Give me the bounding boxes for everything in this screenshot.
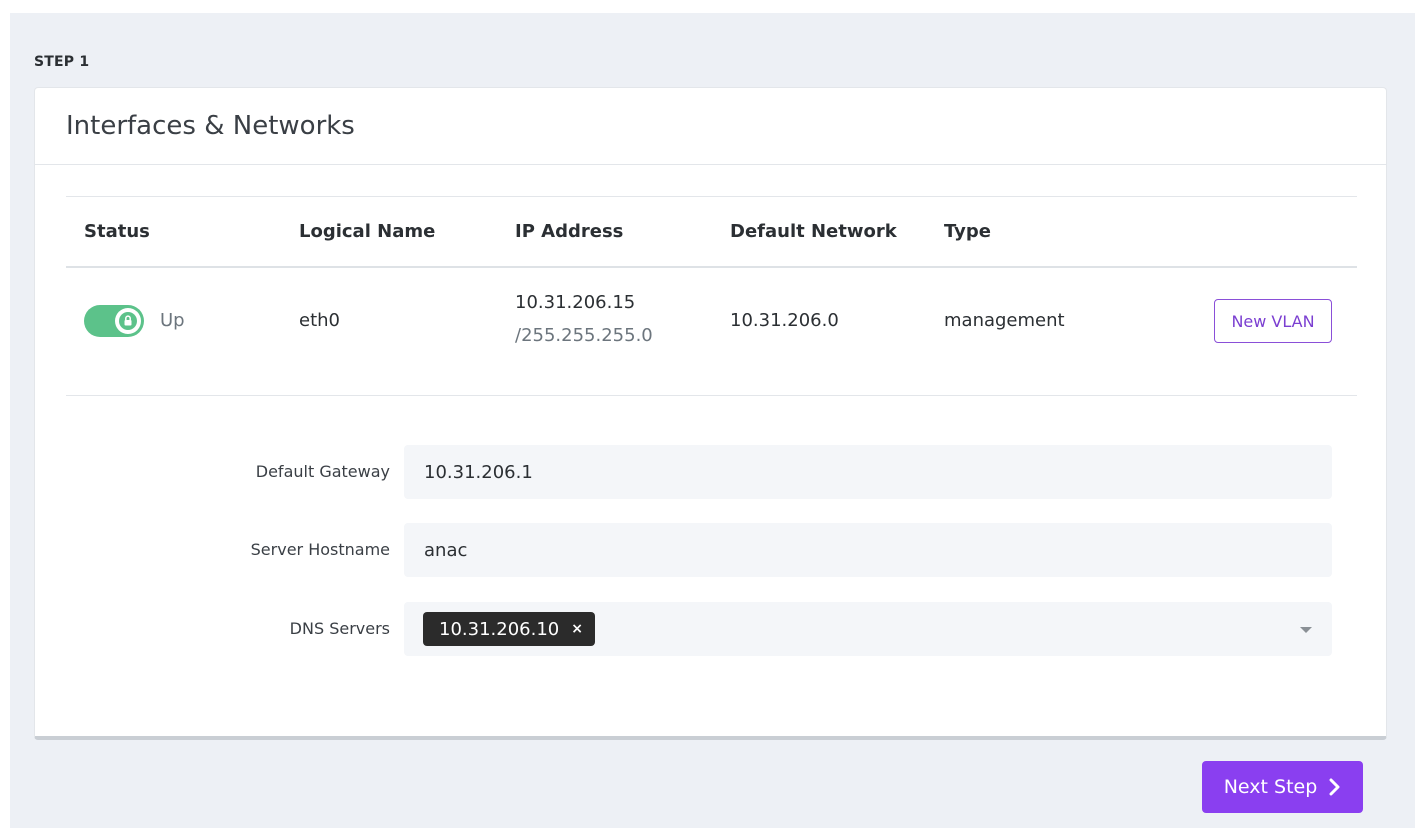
dns-servers-select[interactable]: 10.31.206.10 × [404, 602, 1332, 656]
dropdown-caret-icon[interactable] [1300, 627, 1312, 633]
dns-chip-label: 10.31.206.10 [439, 618, 560, 640]
chip-remove-icon[interactable]: × [571, 621, 583, 637]
interfaces-card: Interfaces & Networks Status Logical Nam… [34, 87, 1387, 740]
logical-name: eth0 [299, 310, 340, 331]
interfaces-table: Status Logical Name IP Address Default N… [66, 196, 1357, 396]
dns-servers-label: DNS Servers [289, 619, 390, 638]
default-network: 10.31.206.0 [730, 310, 839, 331]
header-default-network: Default Network [730, 221, 897, 242]
header-ip-address: IP Address [515, 221, 624, 242]
server-hostname-row: Server Hostname [35, 523, 1388, 577]
server-hostname-input[interactable] [404, 523, 1332, 577]
interface-type: management [944, 310, 1065, 331]
table-header: Status Logical Name IP Address Default N… [66, 196, 1357, 268]
chevron-right-icon [1329, 778, 1340, 796]
dns-chip: 10.31.206.10 × [423, 612, 595, 646]
lock-icon [115, 308, 141, 334]
default-gateway-label: Default Gateway [255, 462, 390, 481]
default-gateway-input[interactable] [404, 445, 1332, 499]
header-type: Type [944, 221, 991, 242]
server-hostname-label: Server Hostname [250, 540, 390, 559]
table-row: Up eth0 10.31.206.15 /255.255.255.0 10.3… [66, 268, 1357, 396]
dns-servers-row: DNS Servers 10.31.206.10 × [35, 602, 1388, 656]
step-label: STEP 1 [34, 54, 90, 70]
card-header: Interfaces & Networks [35, 88, 1386, 165]
new-vlan-button[interactable]: New VLAN [1214, 299, 1332, 343]
header-logical-name: Logical Name [299, 221, 436, 242]
header-status: Status [84, 221, 150, 242]
card-title: Interfaces & Networks [66, 111, 355, 141]
status-text: Up [160, 310, 185, 331]
ip-address: 10.31.206.15 [515, 292, 636, 313]
default-gateway-row: Default Gateway [35, 445, 1388, 499]
next-step-label: Next Step [1223, 776, 1318, 798]
status-toggle[interactable] [84, 305, 144, 337]
next-step-button[interactable]: Next Step [1202, 761, 1363, 813]
subnet-mask: /255.255.255.0 [515, 325, 653, 346]
